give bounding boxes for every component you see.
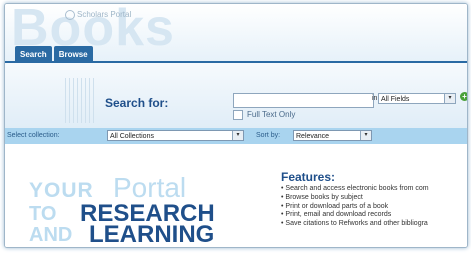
plus-circle-icon[interactable]: + — [460, 92, 467, 101]
feature-item: Browse books by subject — [281, 194, 429, 203]
sort-select-value: Relevance — [296, 133, 330, 140]
brand-text: Scholars Portal — [77, 10, 132, 20]
header: Books Scholars Portal Search Browse — [5, 4, 467, 63]
search-field-select[interactable]: All Fields ▾ — [378, 93, 456, 104]
select-collection-label: Select collection: — [7, 132, 60, 139]
collection-select-value: All Collections — [110, 133, 154, 140]
chevron-down-icon: ▾ — [444, 94, 455, 103]
seal-icon — [65, 10, 75, 20]
sort-by-label: Sort by: — [256, 132, 281, 139]
feature-item: Save citations to Refworks and other bib… — [281, 220, 429, 229]
full-text-only-checkbox[interactable] — [233, 110, 243, 120]
app-frame: Books Scholars Portal Search Browse Sear… — [4, 3, 468, 248]
hero-portal: Portal — [113, 172, 187, 203]
collection-select[interactable]: All Collections ▾ — [107, 130, 244, 141]
feature-item: Print, email and download records — [281, 211, 429, 220]
features-list: Search and access electronic books from … — [281, 185, 429, 229]
search-for-label: Search for: — [105, 96, 169, 110]
feature-item: Search and access electronic books from … — [281, 185, 428, 194]
chevron-down-icon: ▾ — [232, 131, 243, 140]
in-label: in — [372, 95, 378, 102]
chevron-down-icon: ▾ — [360, 131, 371, 140]
hero-your: YOUR — [29, 179, 94, 202]
hero-to: TO — [29, 203, 57, 225]
feature-item: Print or download parts of a book — [281, 203, 429, 212]
search-input[interactable] — [233, 93, 374, 108]
hero-and: AND — [29, 224, 73, 246]
decorative-book-stripes — [5, 78, 100, 123]
hero-learning: LEARNING — [89, 221, 215, 248]
brand-label[interactable]: Scholars Portal — [65, 10, 131, 20]
search-field-value: All Fields — [381, 96, 410, 103]
sort-select[interactable]: Relevance ▾ — [293, 130, 372, 141]
full-text-only-label: Full Text Only — [247, 110, 296, 119]
features-title: Features: — [281, 170, 336, 184]
